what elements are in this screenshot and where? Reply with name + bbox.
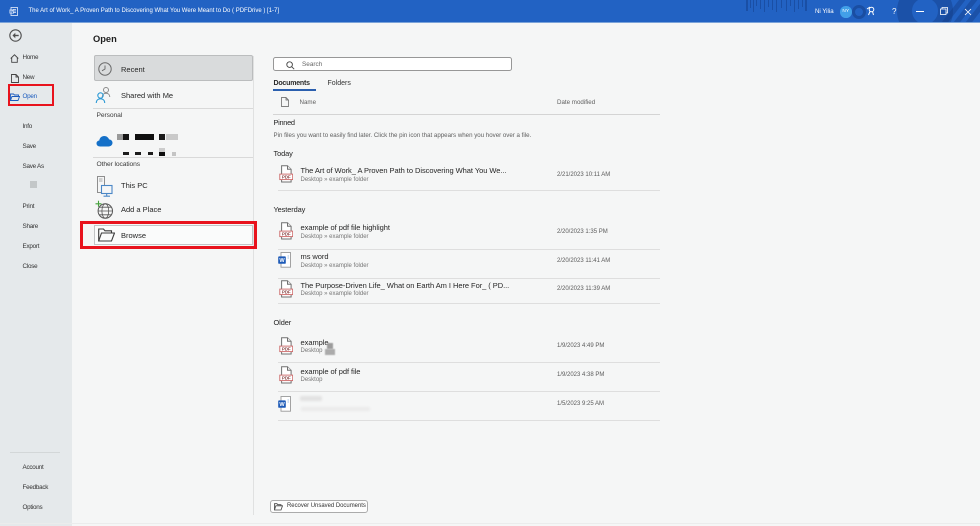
svg-text:PDF: PDF (281, 375, 290, 380)
svg-text:PDF: PDF (281, 174, 290, 179)
svg-text:PDF: PDF (281, 346, 290, 351)
svg-text:W: W (10, 10, 14, 14)
svg-text:PDF: PDF (281, 289, 290, 294)
svg-text:W: W (279, 258, 285, 264)
svg-text:W: W (279, 402, 285, 408)
svg-text:PDF: PDF (281, 231, 290, 236)
